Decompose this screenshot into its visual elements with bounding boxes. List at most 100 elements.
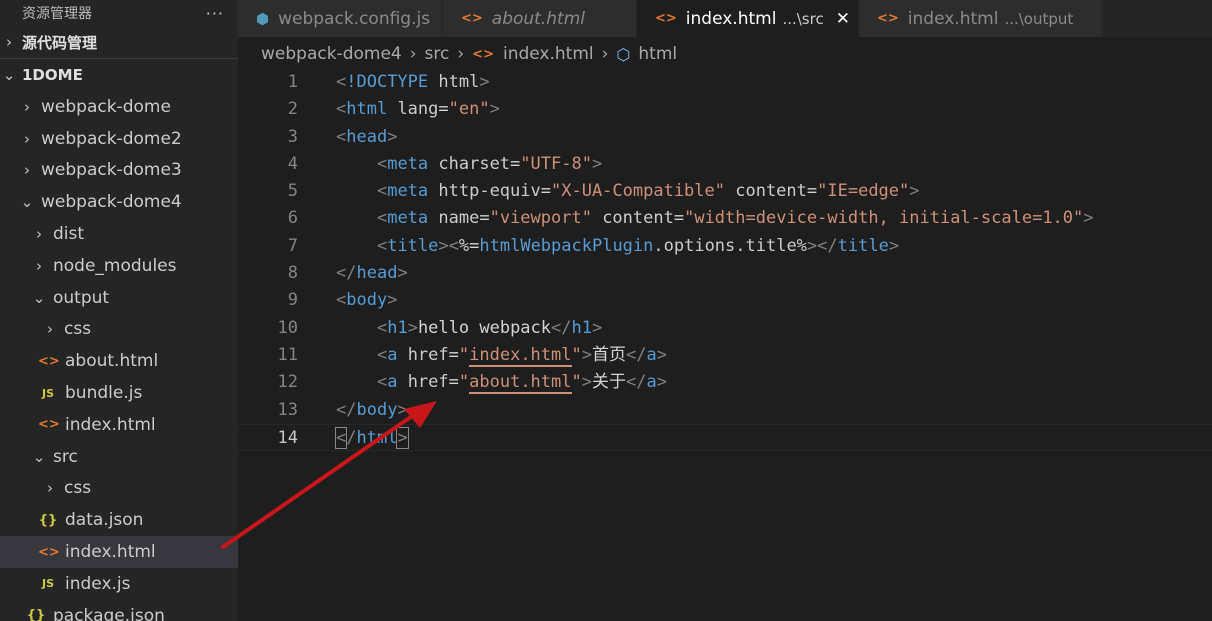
code-text: <!DOCTYPE html> (336, 72, 490, 92)
code-line[interactable]: 1 <!DOCTYPE html> (238, 69, 1212, 96)
code-text: <meta http-equiv="X-UA-Compatible" conte… (376, 181, 920, 202)
line-number: 8 (287, 263, 298, 284)
code-text: <body> (336, 290, 398, 311)
tree-item-label: webpack-dome3 (41, 160, 182, 181)
breadcrumb: webpack-dome4 › src › <> index.html › ⬡ … (238, 37, 1212, 71)
code-line[interactable]: 2 <html lang="en"> (238, 96, 1212, 123)
tab-webpack-config-js[interactable]: ⬢ webpack.config.js (238, 0, 443, 37)
json-file-icon: {} (26, 608, 46, 621)
tree-file-output-about-html[interactable]: <> about.html (0, 345, 238, 377)
code-line[interactable]: 6 <meta name="viewport" content="width=d… (238, 205, 1212, 232)
tree-folder-output-css[interactable]: › css (0, 314, 238, 346)
tree-folder-webpack-dome[interactable]: › webpack-dome (0, 91, 238, 123)
tree-item-label: webpack-dome (41, 96, 171, 117)
json-file-icon: {} (38, 512, 58, 528)
code-line[interactable]: 9 <body> (238, 287, 1212, 314)
code-text: </head> (336, 263, 408, 284)
tab-description: ...\output (1004, 9, 1074, 28)
tree-folder-src[interactable]: ⌄ src (0, 441, 238, 473)
breadcrumb-subfolder[interactable]: src (425, 44, 450, 64)
close-icon[interactable]: ✕ (836, 9, 850, 29)
line-number: 7 (287, 235, 298, 256)
code-text: <head> (336, 126, 398, 147)
line-number: 4 (287, 153, 298, 174)
tree-item-label: data.json (65, 510, 144, 531)
tree-item-label: webpack-dome2 (41, 128, 182, 149)
tree-item-label: bundle.js (65, 383, 143, 404)
chevron-right-icon: › (36, 225, 42, 244)
code-line[interactable]: 11 <a href="index.html">首页</a> (238, 342, 1212, 369)
html-file-icon: <> (472, 46, 494, 62)
tree-folder-webpack-dome4[interactable]: ⌄ webpack-dome4 (0, 186, 238, 218)
code-line[interactable]: 10 <h1>hello webpack</h1> (238, 315, 1212, 342)
explorer-sidebar: 资源管理器 ··· › 源代码管理 ⌄ 1DOME › webpack-dome… (0, 0, 238, 621)
tree-item-label: webpack-dome4 (41, 192, 182, 213)
section-project-label: 1DOME (22, 66, 83, 84)
chevron-right-icon: › (24, 129, 30, 148)
chevron-right-icon: › (24, 161, 30, 180)
line-number: 6 (287, 208, 298, 229)
code-line[interactable]: 7 <title><%=htmlWebpackPlugin.options.ti… (238, 233, 1212, 260)
breadcrumb-file[interactable]: index.html (503, 44, 594, 64)
chevron-down-icon: ⌄ (2, 66, 16, 84)
chevron-down-icon: ⌄ (20, 193, 34, 212)
code-text: <h1>hello webpack</h1> (376, 317, 603, 338)
tree-folder-webpack-dome2[interactable]: › webpack-dome2 (0, 123, 238, 155)
tree-folder-src-css[interactable]: › css (0, 473, 238, 505)
code-line[interactable]: 4 <meta charset="UTF-8"> (238, 151, 1212, 178)
chevron-right-icon: › (457, 44, 465, 64)
section-source-control[interactable]: › 源代码管理 (0, 26, 238, 59)
explorer-title: 资源管理器 (22, 6, 92, 22)
tree-item-label: package.json (53, 605, 165, 621)
code-line[interactable]: 8 </head> (238, 260, 1212, 287)
code-line[interactable]: 5 <meta http-equiv="X-UA-Compatible" con… (238, 178, 1212, 205)
section-project[interactable]: ⌄ 1DOME (0, 59, 238, 91)
tab-index-html-output[interactable]: <> index.html ...\output (859, 0, 1103, 37)
code-line[interactable]: 13 </body> (238, 397, 1212, 424)
js-file-icon: JS (41, 386, 54, 400)
chevron-right-icon: › (47, 320, 53, 339)
tree-item-label: dist (53, 224, 85, 245)
tree-item-label: index.html (65, 414, 156, 435)
chevron-right-icon: › (24, 97, 30, 116)
tree-file-src-data-json[interactable]: {} data.json (0, 504, 238, 536)
symbol-cube-icon: ⬡ (616, 44, 631, 64)
tree-file-src-index-js[interactable]: JS index.js (0, 568, 238, 600)
tab-index-html-src[interactable]: <> index.html ...\src ✕ (637, 0, 859, 37)
tree-file-package-json[interactable]: {} package.json (0, 600, 238, 621)
tab-description: ...\src (782, 9, 824, 28)
tree-folder-dist[interactable]: › dist (0, 218, 238, 250)
line-number: 3 (287, 126, 298, 147)
tree-file-output-index-html[interactable]: <> index.html (0, 409, 238, 441)
tree-item-label: css (64, 478, 92, 499)
html-file-icon: <> (655, 11, 677, 26)
code-line[interactable]: 14 </html> (238, 423, 1212, 452)
code-text: </body> (336, 399, 408, 420)
html-file-icon: <> (38, 353, 60, 369)
breadcrumb-folder[interactable]: webpack-dome4 (261, 44, 402, 64)
tab-label: webpack.config.js (278, 8, 431, 29)
code-line[interactable]: 12 <a href="about.html">关于</a> (238, 369, 1212, 396)
code-text: <a href="index.html">首页</a> (376, 344, 667, 367)
code-text: <meta charset="UTF-8"> (376, 153, 603, 174)
tree-file-src-index-html[interactable]: <> index.html (0, 536, 238, 568)
editor-tab-bar: ⬢ webpack.config.js <> about.html <> ind… (238, 0, 1212, 37)
tree-item-label: index.js (65, 573, 131, 594)
more-actions-icon[interactable]: ··· (206, 4, 224, 23)
tree-folder-output[interactable]: ⌄ output (0, 282, 238, 314)
line-number: 9 (287, 290, 298, 311)
code-editor[interactable]: 1 <!DOCTYPE html> 2 <html lang="en"> 3 <head>… (238, 69, 1212, 621)
tree-item-label: index.html (65, 542, 156, 563)
tree-item-label: about.html (65, 351, 159, 372)
code-text: <html lang="en"> (336, 99, 500, 120)
code-line[interactable]: 3 <head> (238, 124, 1212, 151)
tree-folder-webpack-dome3[interactable]: › webpack-dome3 (0, 155, 238, 187)
tab-about-html[interactable]: <> about.html (443, 0, 637, 37)
chevron-right-icon: › (601, 44, 609, 64)
js-file-icon: JS (41, 577, 54, 591)
breadcrumb-symbol[interactable]: html (638, 44, 677, 64)
tree-folder-node-modules[interactable]: › node_modules (0, 250, 238, 282)
html-file-icon: <> (461, 11, 483, 26)
tree-file-output-bundle-js[interactable]: JS bundle.js (0, 377, 238, 409)
line-number: 11 (277, 344, 298, 365)
